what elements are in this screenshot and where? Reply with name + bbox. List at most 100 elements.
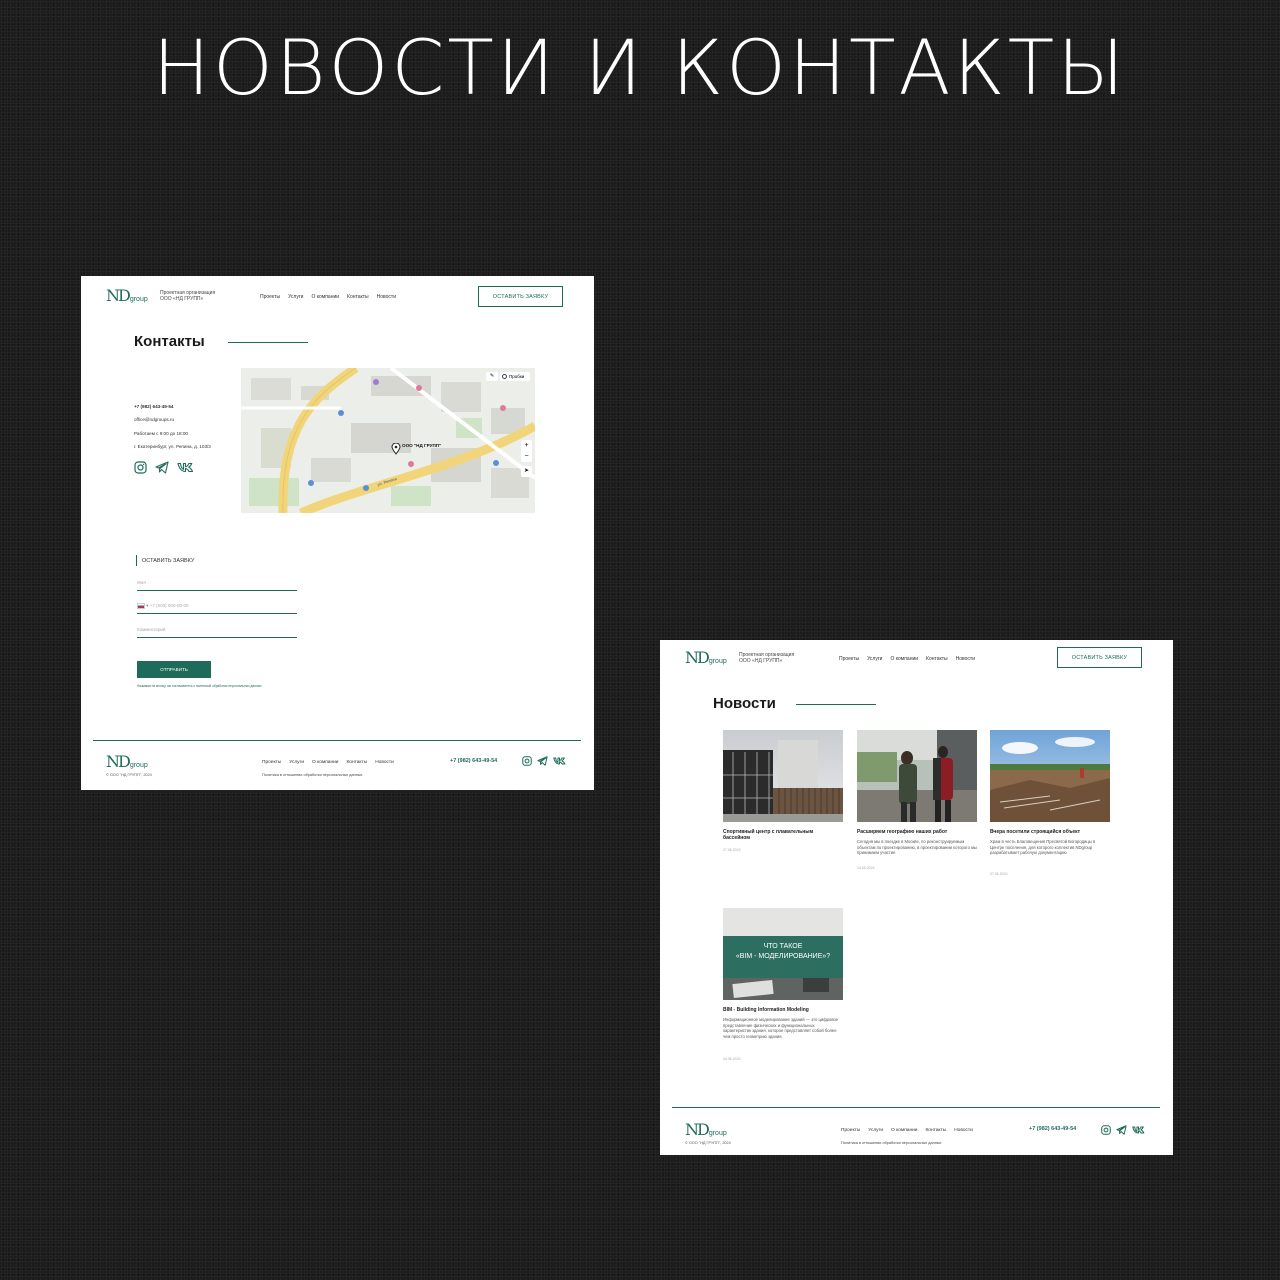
bim-overlay-line-1: ЧТО ТАКОЕ	[763, 943, 803, 950]
contact-phone[interactable]: +7 (982) 643-49-54	[134, 404, 173, 410]
nav-services[interactable]: Услуги	[867, 656, 882, 662]
nav-projects[interactable]: Проекты	[260, 294, 280, 300]
consent-text[interactable]: Нажимая на кнопку, вы соглашаетесь с пол…	[137, 684, 265, 688]
footer-nav-projects[interactable]: Проекты	[262, 760, 281, 765]
news-card-image[interactable]: ЧТО ТАКОЕ «BIM - МОДЕЛИРОВАНИЕ»?	[723, 908, 843, 1000]
nav-about[interactable]: О компании	[890, 656, 918, 662]
news-card-date: 14.06.2024	[857, 866, 875, 870]
company-name: Проектная организация ООО «НД ГРУПП»	[160, 290, 215, 302]
comment-field[interactable]: Комментарий	[137, 627, 297, 638]
header-cta-button[interactable]: ОСТАВИТЬ ЗАЯВКУ	[1057, 647, 1142, 668]
news-card-image[interactable]	[857, 730, 977, 822]
news-card-title[interactable]: Спортивный центр с плавательным бассейно…	[723, 829, 833, 841]
footer-nav-news[interactable]: Новости	[954, 1128, 973, 1133]
footer-rule	[672, 1107, 1160, 1108]
news-page-screenshot: ND group Проектная организация ООО «НД Г…	[660, 640, 1173, 1155]
footer-rule	[93, 740, 581, 741]
contact-address: г. Екатеринбург, ул. Репина, д. 103/3	[134, 444, 211, 449]
title-rule	[228, 342, 308, 343]
name-field[interactable]: Имя	[137, 580, 297, 591]
vk-icon[interactable]	[177, 461, 194, 474]
zoom-in-button[interactable]: +	[521, 440, 532, 451]
map-pin-label: ООО "НД ГРУПП"	[402, 443, 442, 448]
nav-news[interactable]: Новости	[377, 294, 396, 300]
footer-nav-services[interactable]: Услуги	[289, 760, 304, 765]
page-title: Новости	[713, 695, 776, 712]
map-canvas	[241, 368, 535, 513]
footer-nav-services[interactable]: Услуги	[868, 1128, 883, 1133]
instagram-icon[interactable]	[1101, 1125, 1111, 1135]
vk-icon[interactable]	[1132, 1125, 1145, 1135]
name-placeholder: Имя	[137, 580, 146, 585]
footer-nav: Проекты Услуги О компании Контакты Новос…	[841, 1128, 973, 1133]
nav-contacts[interactable]: Контакты	[347, 294, 369, 300]
submit-button[interactable]: ОТПРАВИТЬ	[137, 661, 211, 678]
footer-copyright: © ООО "НД ГРУПП", 2024	[685, 1141, 731, 1145]
footer-nav-about[interactable]: О компании	[891, 1128, 917, 1133]
nav-about[interactable]: О компании	[311, 294, 339, 300]
footer-logo-suffix: group	[708, 1130, 727, 1137]
telegram-icon[interactable]	[537, 756, 548, 766]
phone-field[interactable]: ▾ +7 (000) 000-00-00	[137, 603, 297, 614]
contact-hours: Работаем с 9:00 до 18:00	[134, 431, 188, 436]
news-card-image[interactable]	[723, 730, 843, 822]
news-card-excerpt: Информационное моделирование зданий — эт…	[723, 1017, 839, 1039]
news-card-title[interactable]: BIM - Building Information Modeling	[723, 1007, 843, 1013]
map-ruler-button[interactable]: ✎	[486, 372, 498, 381]
news-card-date: 04.06.2024	[723, 1057, 741, 1061]
site-header: ND group Проектная организация ООО «НД Г…	[660, 640, 1173, 684]
footer-logo[interactable]: ND group	[106, 754, 148, 770]
nav-news[interactable]: Новости	[956, 656, 975, 662]
footer-social-links	[522, 756, 566, 766]
country-chevron-icon: ▾	[146, 603, 149, 609]
map-pin[interactable]	[391, 442, 401, 460]
hero-title: НОВОСТИ И КОНТАКТЫ	[152, 23, 1128, 112]
site-logo[interactable]: ND group	[106, 288, 148, 304]
nav-contacts[interactable]: Контакты	[926, 656, 948, 662]
news-card-image[interactable]	[990, 730, 1110, 822]
news-card-excerpt: Храм в честь Благовещения Пресвятой Бого…	[990, 839, 1096, 855]
location-pin-icon	[391, 442, 401, 455]
footer-logo-suffix: group	[129, 762, 148, 769]
site-header: ND group Проектная организация ООО «НД Г…	[81, 276, 594, 320]
traffic-icon	[502, 374, 507, 379]
company-name: Проектная организация ООО «НД ГРУПП»	[739, 652, 794, 664]
vk-icon[interactable]	[553, 756, 566, 766]
footer-nav-news[interactable]: Новости	[375, 760, 394, 765]
logo-mark: ND	[685, 648, 710, 667]
page-title: Контакты	[134, 333, 205, 350]
news-card-excerpt: Сегодня мы в поездке в Москве, по реконс…	[857, 839, 977, 855]
footer-phone[interactable]: +7 (982) 643-49-54	[1029, 1126, 1076, 1132]
site-logo[interactable]: ND group	[685, 650, 727, 666]
location-map[interactable]: ООО "НД ГРУПП" ул. Репина ✎ Пробки + − ➤	[241, 368, 535, 513]
telegram-icon[interactable]	[1116, 1125, 1127, 1135]
footer-nav: Проекты Услуги О компании Контакты Новос…	[262, 760, 394, 765]
company-line-2: ООО «НД ГРУПП»	[160, 296, 204, 302]
telegram-icon[interactable]	[155, 461, 169, 474]
news-card-title[interactable]: Вчера посетили строящийся объект	[990, 829, 1108, 835]
footer-phone[interactable]: +7 (982) 643-49-54	[450, 758, 497, 764]
footer-policy-link[interactable]: Политика в отношении обработки персональ…	[262, 773, 362, 777]
footer-policy-link[interactable]: Политика в отношении обработки персональ…	[841, 1141, 941, 1145]
footer-nav-about[interactable]: О компании	[312, 760, 338, 765]
construction-site-photo	[990, 730, 1110, 822]
contact-email[interactable]: office@ndgroups.ru	[134, 417, 174, 423]
nav-services[interactable]: Услуги	[288, 294, 303, 300]
footer-logo[interactable]: ND group	[685, 1122, 727, 1138]
nav-projects[interactable]: Проекты	[839, 656, 859, 662]
main-nav: Проекты Услуги О компании Контакты Новос…	[839, 656, 975, 662]
footer-nav-contacts[interactable]: Контакты	[346, 760, 367, 765]
footer-nav-contacts[interactable]: Контакты	[925, 1128, 946, 1133]
instagram-icon[interactable]	[522, 756, 532, 766]
news-card-date: 07.06.2024	[990, 872, 1008, 876]
zoom-out-button[interactable]: −	[521, 451, 532, 462]
comment-placeholder: Комментарий	[137, 627, 166, 632]
navigation-arrow-icon: ➤	[523, 468, 530, 474]
news-card-title[interactable]: Расширяем географию наших работ	[857, 829, 972, 835]
footer-nav-projects[interactable]: Проекты	[841, 1128, 860, 1133]
header-cta-button[interactable]: ОСТАВИТЬ ЗАЯВКУ	[478, 286, 563, 307]
map-traffic-button[interactable]: Пробки	[500, 372, 530, 381]
instagram-icon[interactable]	[134, 461, 147, 474]
map-zoom-controls: + −	[521, 440, 532, 462]
map-geolocation-button[interactable]: ➤	[521, 466, 532, 477]
